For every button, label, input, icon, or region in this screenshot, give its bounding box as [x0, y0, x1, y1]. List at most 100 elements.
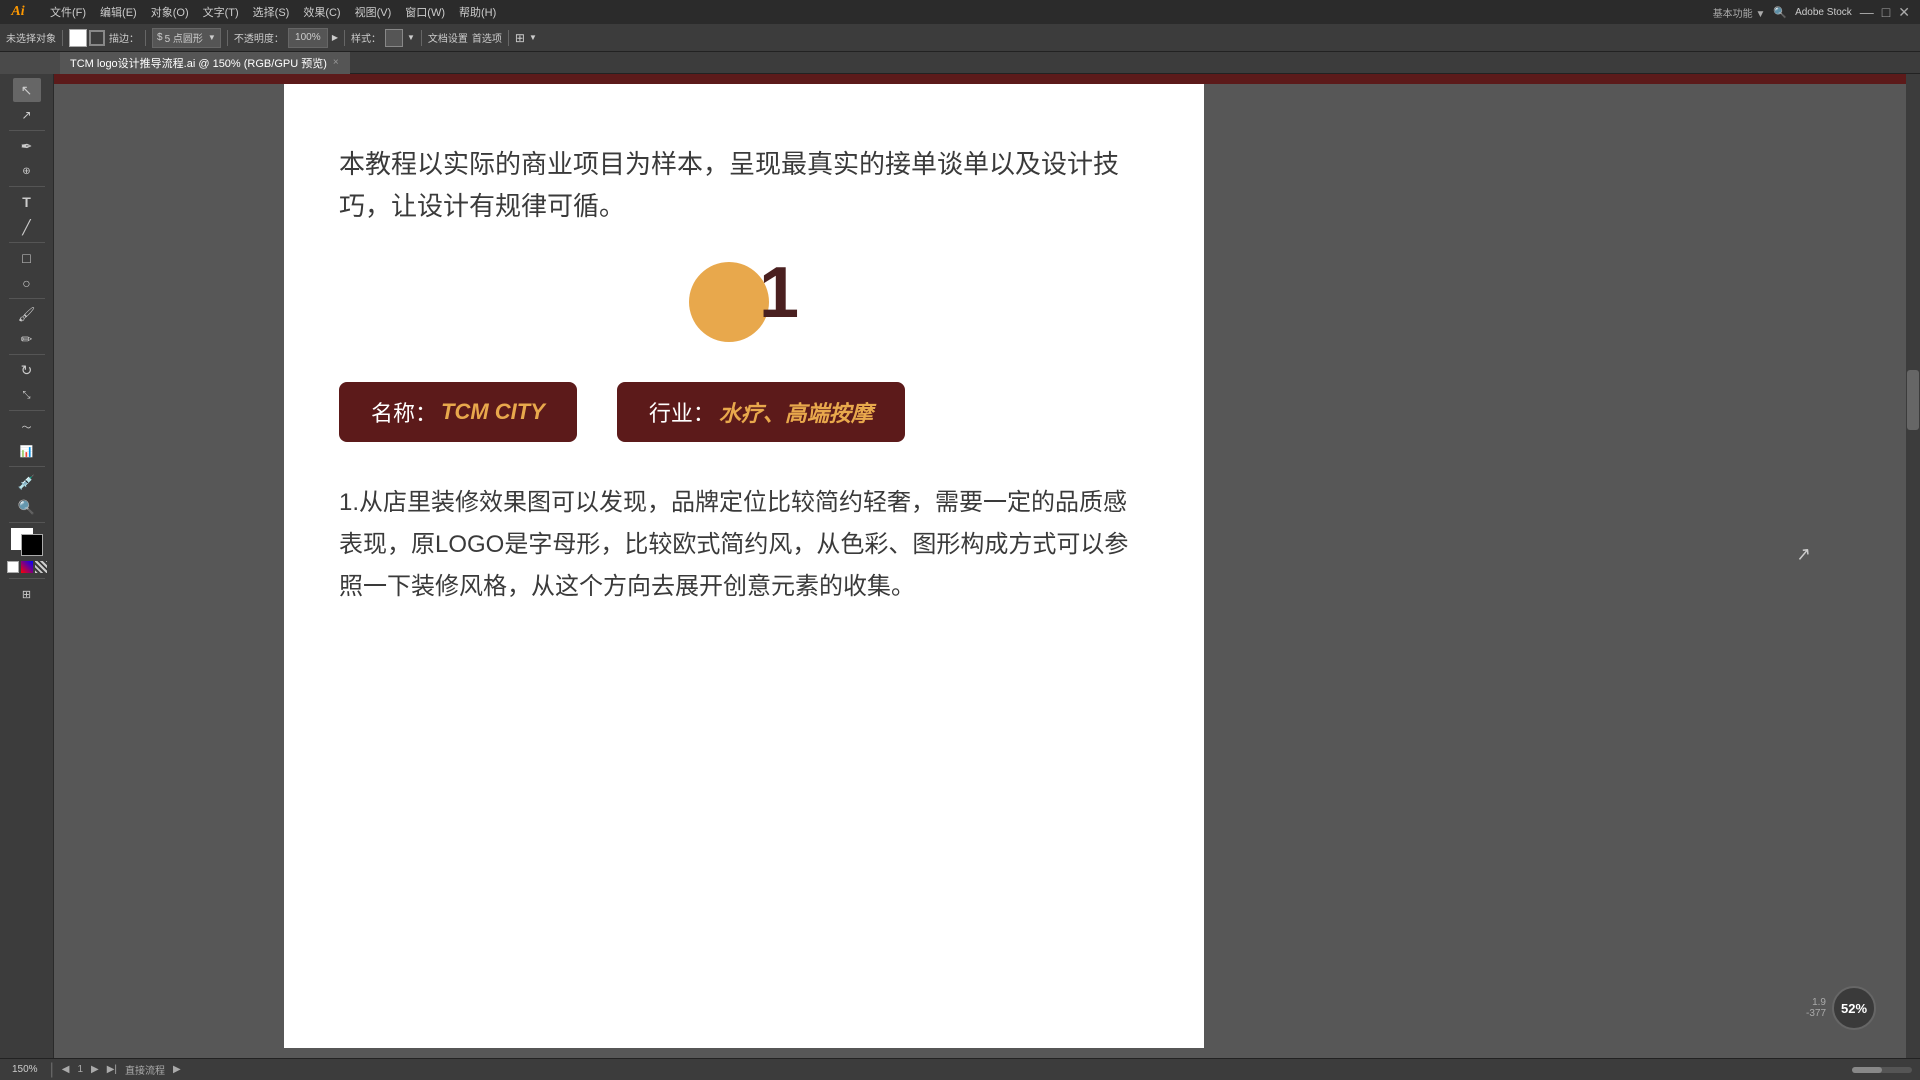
- toolbar-divider-1: [62, 30, 63, 46]
- zoom-tool[interactable]: 🔍: [13, 495, 41, 519]
- adobe-stock-link[interactable]: Adobe Stock: [1795, 7, 1852, 18]
- bottom-progress: [1852, 1067, 1912, 1073]
- warp-tool[interactable]: 〜: [13, 414, 41, 438]
- swatch-extras: [7, 561, 47, 573]
- x-coord: 1.9: [1806, 997, 1826, 1008]
- nav-prev-btn[interactable]: ◀: [62, 1064, 70, 1075]
- ellipse-tool[interactable]: ○: [13, 271, 41, 295]
- y-coord: -377: [1806, 1008, 1826, 1019]
- ellipse-icon: ○: [22, 275, 30, 291]
- line-tool[interactable]: ╱: [13, 215, 41, 239]
- menu-view[interactable]: 视图(V): [349, 2, 398, 22]
- menu-select[interactable]: 选择(S): [247, 2, 296, 22]
- preferences-btn[interactable]: 首选项: [472, 30, 502, 45]
- selection-tool[interactable]: ↖: [13, 78, 41, 102]
- style-box[interactable]: [385, 29, 403, 47]
- active-tab[interactable]: TCM logo设计推导流程.ai @ 150% (RGB/GPU 预览) ×: [60, 52, 350, 74]
- zoom-level[interactable]: 150%: [8, 1064, 42, 1075]
- type-tool[interactable]: T: [13, 190, 41, 214]
- close-btn[interactable]: ✕: [1898, 4, 1910, 21]
- toolbar-divider-4: [344, 30, 345, 46]
- artboard-tool[interactable]: ⊞: [13, 582, 41, 606]
- style-arrow[interactable]: ▼: [407, 33, 415, 42]
- canvas-area[interactable]: 本教程以实际的商业项目为样本，呈现最真实的接单谈单以及设计技巧，让设计有规律可循…: [54, 74, 1906, 1058]
- menu-file[interactable]: 文件(F): [44, 2, 92, 22]
- graph-tool[interactable]: 📊: [13, 439, 41, 463]
- stroke-color-box[interactable]: [89, 30, 105, 46]
- menu-bar: 文件(F) 编辑(E) 对象(O) 文字(T) 选择(S) 效果(C) 视图(V…: [0, 0, 1920, 24]
- pencil-icon: ✏: [21, 331, 33, 348]
- graph-icon: 📊: [20, 445, 34, 458]
- pen-tool[interactable]: ✒: [13, 134, 41, 158]
- align-arrow[interactable]: ▼: [529, 33, 537, 42]
- tab-filename: TCM logo设计推导流程.ai @ 150% (RGB/GPU 预览): [70, 55, 327, 71]
- selection-tool-label: 未选择对象: [6, 30, 56, 45]
- tool-divider-4: [9, 298, 45, 299]
- eyedropper-icon: 💉: [18, 474, 35, 491]
- canvas-top-bar: [54, 74, 1906, 84]
- menu-help[interactable]: 帮助(H): [453, 2, 502, 22]
- nav-label: 直接流程: [125, 1062, 165, 1077]
- ai-logo-text: Ai: [11, 4, 24, 20]
- coords-display: 1.9 -377: [1806, 997, 1826, 1019]
- stroke-swatch[interactable]: [21, 534, 43, 556]
- menu-object[interactable]: 对象(O): [145, 2, 195, 22]
- zoom-circle[interactable]: 52%: [1832, 986, 1876, 1030]
- menu-effect[interactable]: 效果(C): [297, 2, 346, 22]
- transform-tool[interactable]: ⤡: [13, 383, 41, 407]
- shape-selector[interactable]: $ 5 点圆形 ▼: [152, 28, 221, 48]
- nav-end-btn[interactable]: ▶|: [107, 1064, 117, 1075]
- rotate-tool[interactable]: ↻: [13, 358, 41, 382]
- document: 本教程以实际的商业项目为样本，呈现最真实的接单谈单以及设计技巧，让设计有规律可循…: [284, 84, 1204, 1048]
- search-icon[interactable]: 🔍: [1773, 6, 1787, 19]
- pattern-swatch[interactable]: [35, 561, 47, 573]
- pencil-tool[interactable]: ✏: [13, 327, 41, 351]
- direct-selection-tool[interactable]: ↗: [13, 103, 41, 127]
- gradient-swatch[interactable]: [21, 561, 33, 573]
- progress-fill: [1852, 1067, 1882, 1073]
- transform-icon: ⤡: [23, 390, 31, 401]
- stroke-color-group[interactable]: [69, 29, 105, 47]
- fill-color-box[interactable]: [69, 29, 87, 47]
- bottom-bar: 150% | ◀ 1 ▶ ▶| 直接流程 ▶: [0, 1058, 1920, 1080]
- menu-text[interactable]: 文字(T): [197, 2, 245, 22]
- tool-divider-1: [9, 130, 45, 131]
- align-icon[interactable]: ⊞: [515, 31, 525, 45]
- eyedropper-tool[interactable]: 💉: [13, 470, 41, 494]
- white-swatch[interactable]: [7, 561, 19, 573]
- anchor-icon: ⊕: [22, 166, 30, 177]
- scrollbar-track[interactable]: [1906, 74, 1920, 1058]
- left-toolbar: ↖ ↗ ✒ ⊕ T ╱ □ ○ 🖌 ✏ ↻ ⤡ 〜 📊 💉: [0, 74, 54, 1058]
- opacity-arrow[interactable]: ▶: [332, 33, 338, 42]
- maximize-btn[interactable]: □: [1882, 4, 1890, 20]
- body-text: 1.从店里装修效果图可以发现，品牌定位比较简约轻奢，需要一定的品质感表现，原LO…: [339, 482, 1149, 608]
- doc-setup-btn[interactable]: 文档设置: [428, 30, 468, 45]
- tags-row: 名称： TCM CITY 行业： 水疗、高端按摩: [339, 382, 1149, 442]
- opacity-input[interactable]: [288, 28, 328, 48]
- minimize-btn[interactable]: —: [1860, 4, 1874, 20]
- tool-divider-5: [9, 354, 45, 355]
- right-scrollbar[interactable]: [1906, 74, 1920, 1058]
- style-label: 样式：: [351, 30, 381, 45]
- progress-track[interactable]: [1852, 1067, 1912, 1073]
- play-btn[interactable]: ▶: [173, 1064, 181, 1075]
- scrollbar-thumb[interactable]: [1907, 370, 1919, 430]
- document-content: 本教程以实际的商业项目为样本，呈现最真实的接单谈单以及设计技巧，让设计有规律可循…: [284, 84, 1204, 648]
- warp-icon: 〜: [22, 419, 32, 434]
- ai-logo: Ai: [0, 0, 36, 24]
- tab-close-btn[interactable]: ×: [333, 57, 339, 68]
- tool-divider-9: [9, 578, 45, 579]
- anchor-tool[interactable]: ⊕: [13, 159, 41, 183]
- shape-tool[interactable]: □: [13, 246, 41, 270]
- color-swatch[interactable]: [11, 528, 43, 556]
- nav-next-btn[interactable]: ▶: [91, 1064, 99, 1075]
- tab-bar: TCM logo设计推导流程.ai @ 150% (RGB/GPU 预览) ×: [60, 52, 1920, 74]
- zoom-percent: 52%: [1841, 1001, 1867, 1016]
- paintbrush-tool[interactable]: 🖌: [13, 302, 41, 326]
- line-icon: ╱: [22, 219, 30, 236]
- rotate-icon: ↻: [21, 362, 33, 379]
- menu-window[interactable]: 窗口(W): [399, 2, 451, 22]
- page-num: 1: [77, 1064, 83, 1075]
- direct-arrow-icon: ↗: [21, 108, 31, 122]
- menu-edit[interactable]: 编辑(E): [94, 2, 143, 22]
